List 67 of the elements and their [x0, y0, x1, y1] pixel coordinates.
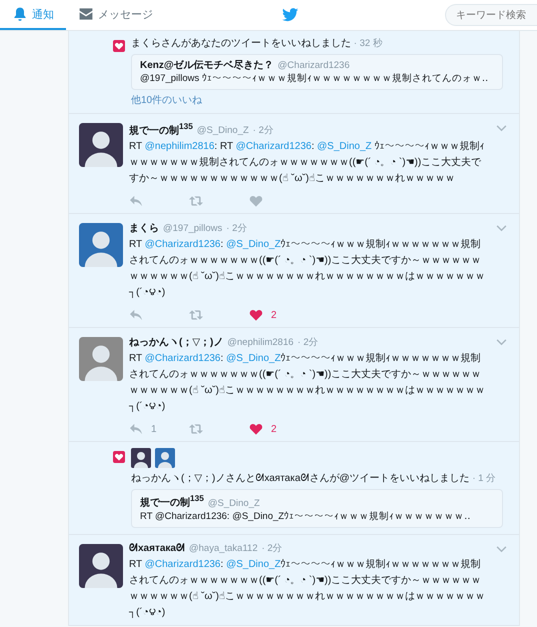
- retweet-icon: [189, 309, 203, 322]
- nav-tab[interactable]: 通知: [0, 0, 66, 30]
- like-notification[interactable]: まくらさんがあなたのツイートをいいねしました · 32 秒 Kenz@ゼル伝モチベ尽きた？ @Charizard1236 @197_pillows ｳｪ～～～～ｨｗｗｗ規制ｨｗｗｗｗｗｗｗｗ規制されてんのォｗ‥ 他10件のいいね: [69, 31, 519, 114]
- user-handle: @S_Dino_Z: [196, 125, 249, 136]
- tweet-text: RT @Charizard1236: @S_Dino_Zｳｪ～～～～ｨｗｗｗ規制ｨｗｗｗｗｗｗｗ規制されてんのォｗｗｗｗｗｗｗ((☛(´ ◔。◔ `)☚))ここ大丈夫ですか～ｗｗｗｗｗｗｗｗｗｗｗｗ(☝ ˘ω˘)☝こｗｗｗｗｗｗｗｗれｗｗｗｗｗｗｗｗはｗｗｗｗｗｗｗ┐(´◔౪◔): [129, 352, 486, 414]
- notification-text: まくらさんがあなたのツイートをいいねしました · 32 秒: [131, 37, 384, 51]
- avatar[interactable]: [131, 448, 151, 468]
- user-name[interactable]: 規で一の制$^{135}$: [129, 121, 193, 138]
- chevron-down-icon[interactable]: [496, 546, 507, 553]
- tweet-card[interactable]: まくら @197_pillows · 2分 RT @Charizard1236: @S_Dino_Zｳｪ～～～～ｨｗｗｗ規制ｨｗｗｗｗｗｗｗ規制されてんのォｗｗｗｗｗｗｗ((☛(´ ◔。◔ `)☚))ここ大丈夫ですか～ｗｗｗｗｗｗｗｗｗｗｗｗ(☝ ˘ω˘)☝こｗｗｗｗｗｗｗｗれｗｗｗｗｗｗｗｗはｗｗｗｗｗｗｗ┐(´◔౪◔) 2: [69, 214, 519, 328]
- bird-logo-icon[interactable]: [282, 8, 299, 22]
- mail-icon: [78, 6, 94, 22]
- heart-badge-icon: [113, 40, 125, 52]
- user-handle: @haya_taka112: [188, 542, 258, 554]
- timestamp: · 2分: [252, 124, 274, 138]
- chevron-down-icon[interactable]: [496, 125, 507, 132]
- tweet-card[interactable]: ねっかんヽ(；▽；)ノ @nephilim2816 · 2分 RT @Charizard1236: @S_Dino_Zｳｪ～～～～ｨｗｗｗ規制ｨｗｗｗｗｗｗｗ規制されてんのォｗｗｗｗｗｗｗ((☛(´ ◔。◔ `)☚))ここ大丈夫ですか～ｗｗｗｗｗｗｗｗｗｗｗｗ(☝ ˘ω˘)☝こｗｗｗｗｗｗｗｗれｗｗｗｗｗｗｗｗはｗｗｗｗｗｗｗ┐(´◔౪◔) 1 2: [69, 328, 519, 442]
- quoted-text: @197_pillows ｳｪ～～～～ｨｗｗｗ規制ｨｗｗｗｗｗｗｗｗ規制されてんのォｗ‥: [140, 72, 490, 86]
- mention-link[interactable]: @nephilim2816: [144, 141, 214, 152]
- user-handle: @nephilim2816: [227, 337, 294, 348]
- user-handle: @197_pillows: [163, 223, 222, 234]
- reply-button[interactable]: 1: [129, 423, 161, 436]
- user-name: 規で一の制$^{135}$: [140, 493, 204, 510]
- tweet-text: RT @nephilim2816: RT @Charizard1236: @S_Dino_Z ｳｪ～～～～ｨｗｗｗ規制ｨｗｗｗｗｗｗｗ規制されてんのォｗｗｗｗｗｗｗ((☛(´ ◔。◔ `)☚))ここ大丈夫ですか～ｗｗｗｗｗｗｗｗｗｗｗｗ(☝ ˘ω˘)☝こｗｗｗｗｗｗｗれｗｗｗｗｗ: [129, 140, 486, 186]
- user-name[interactable]: まくら: [129, 221, 159, 236]
- reply-icon: [129, 423, 143, 436]
- user-handle: @S_Dino_Z: [208, 498, 260, 509]
- more-likes-link[interactable]: 他10件のいいね: [131, 93, 503, 107]
- timestamp: · 2分: [226, 222, 248, 236]
- heart-badge-icon: [113, 451, 125, 464]
- retweet-icon: [189, 423, 203, 436]
- like-button[interactable]: 2: [249, 423, 281, 436]
- quoted-tweet-card[interactable]: 規で一の制$^{135}$ @S_Dino_Z RT @Charizard1236: @S_Dino_Zｳｪ～～～～ｨｗｗｗ規制ｨｗｗｗｗｗｗｗ‥: [131, 489, 503, 528]
- tweet-text: RT @Charizard1236: @S_Dino_Zｳｪ～～～～ｨｗｗｗ規制ｨｗｗｗｗｗｗｗ規制されてんのォｗｗｗｗｗｗｗ((☛(´ ◔。◔ `)☚))ここ大丈夫ですか～ｗｗｗｗｗｗｗｗｗｗｗｗ(☝ ˘ω˘)☝こｗｗｗｗｗｗｗｗれｗｗｗｗｗｗｗｗはｗｗｗｗｗｗｗ┐(´◔౪◔): [129, 238, 486, 300]
- search-field[interactable]: キーワード検索: [445, 4, 537, 26]
- chevron-down-icon[interactable]: [496, 339, 507, 346]
- timestamp: · 2分: [298, 336, 319, 350]
- like-notification[interactable]: ねっかんヽ(；▽；)ノさんとᘛхаятакаᘛさんが@ツイートをいいねしました · 1 分 規で一の制$^{135}$ @S_Dino_Z RT @Charizard1236: @S_Dino_Zｳｪ～～～～ｨｗｗｗ規制ｨｗｗｗｗｗｗｗ‥: [69, 442, 519, 535]
- mention-link[interactable]: @Charizard1236: [144, 353, 220, 364]
- reply-icon: [129, 195, 143, 208]
- user-name[interactable]: ᘛхаятакаᘛ: [129, 542, 185, 554]
- mention-link[interactable]: @S_Dino_Z: [317, 141, 372, 152]
- mention-link[interactable]: @S_Dino_Z: [226, 239, 281, 250]
- tweet-card[interactable]: 規で一の制$^{135}$ @S_Dino_Z · 2分 RT @nephilim2816: RT @Charizard1236: @S_Dino_Z ｳｪ～～～～ｨｗｗｗ規制ｨｗｗｗｗｗｗｗ規制されてんのォｗｗｗｗｗｗｗ((☛(´ ◔。◔ `)☚))ここ大丈夫ですか～ｗｗｗｗｗｗｗｗｗｗｗｗ(☝ ˘ω˘)☝こｗｗｗｗｗｗｗれｗｗｗｗｗ: [69, 114, 519, 214]
- avatar[interactable]: [79, 544, 123, 588]
- reply-icon: [129, 309, 143, 322]
- mention-link[interactable]: @S_Dino_Z: [226, 353, 281, 364]
- quoted-text: RT @Charizard1236: @S_Dino_Zｳｪ～～～～ｨｗｗｗ規制ｨｗｗｗｗｗｗｗ‥: [140, 510, 472, 524]
- chevron-down-icon[interactable]: [496, 225, 507, 232]
- avatar[interactable]: [155, 448, 175, 468]
- user-name: Kenz@ゼル伝モチベ尽きた？: [140, 58, 274, 72]
- tweet-text: RT @Charizard1236: @S_Dino_Zｳｪ～～～～ｨｗｗｗ規制ｨｗｗｗｗｗｗｗ規制されてんのォｗｗｗｗｗｗｗ((☛(´ ◔。◔ `)☚))ここ大丈夫ですか～ｗｗｗｗｗｗｗｗｗｗｗｗ(☝ ˘ω˘)☝こｗｗｗｗｗｗｗｗれｗｗｗｗｗｗｗｗはｗｗｗｗｗｗｗ┐(´◔౪◔): [129, 558, 486, 620]
- mention-link[interactable]: @Charizard1236: [236, 141, 312, 152]
- mention-link[interactable]: @Charizard1236: [144, 239, 220, 250]
- retweet-icon: [189, 195, 203, 208]
- nav-tab[interactable]: メッセージ: [66, 0, 165, 30]
- tweet-card[interactable]: ᘛхаятакаᘛ @haya_taka112 · 2分 RT @Charizard1236: @S_Dino_Zｳｪ～～～～ｨｗｗｗ規制ｨｗｗｗｗｗｗｗ規制されてんのォｗｗｗｗｗｗｗ((☛(´ ◔。◔ `)☚))ここ大丈夫ですか～ｗｗｗｗｗｗｗｗｗｗｗｗ(☝ ˘ω˘)☝こｗｗｗｗｗｗｗｗれｗｗｗｗｗｗｗｗはｗｗｗｗｗｗｗ┐(´◔౪◔): [69, 534, 519, 626]
- user-name[interactable]: ねっかんヽ(；▽；)ノ: [129, 335, 224, 350]
- user-handle: @Charizard1236: [278, 60, 350, 71]
- mention-link[interactable]: @S_Dino_Z: [226, 558, 281, 570]
- like-button[interactable]: 2: [249, 309, 281, 322]
- timestamp: · 2分: [262, 542, 283, 555]
- mention-link[interactable]: @Charizard1236: [144, 558, 220, 570]
- notification-text: ねっかんヽ(；▽；)ノさんとᘛхаятакаᘛさんが@ツイートをいいねしました · 1 分: [131, 472, 498, 486]
- quoted-tweet-card[interactable]: Kenz@ゼル伝モチベ尽きた？ @Charizard1236 @197_pillows ｳｪ～～～～ｨｗｗｗ規制ｨｗｗｗｗｗｗｗｗ規制されてんのォｗ‥: [131, 54, 503, 90]
- avatar[interactable]: [79, 123, 123, 167]
- bell-icon: [12, 6, 28, 22]
